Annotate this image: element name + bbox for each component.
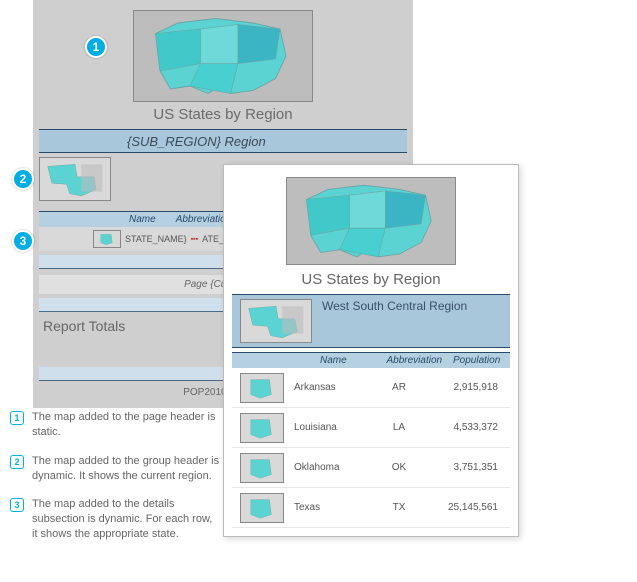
row-state-map — [240, 493, 284, 523]
legend-text-1: The map added to the page header is stat… — [32, 410, 220, 440]
table-row: Oklahoma OK 3,751,351 — [232, 448, 510, 488]
render-region-label: West South Central Region — [322, 299, 467, 313]
table-row: Arkansas AR 2,915,918 — [232, 368, 510, 408]
report-render-pane: US States by Region West South Central R… — [223, 164, 519, 537]
callout-badge-1: 1 — [85, 36, 107, 58]
cell-name: Oklahoma — [294, 462, 364, 473]
cell-abbr: LA — [364, 422, 434, 433]
cell-abbr: OK — [364, 462, 434, 473]
render-region-map — [240, 299, 312, 343]
row-state-map — [240, 453, 284, 483]
group-header-dynamic-map — [39, 157, 111, 201]
render-region-header: West South Central Region — [232, 294, 510, 348]
group-header-bar: {SUB_REGION} Region — [39, 129, 407, 153]
legend-item-1: 1 The map added to the page header is st… — [10, 410, 220, 440]
cell-name: Texas — [294, 502, 364, 513]
colhead-pop: Population — [453, 355, 510, 366]
cell-pop: 3,751,351 — [434, 462, 504, 473]
row-state-map — [240, 413, 284, 443]
report-title: US States by Region — [39, 106, 407, 123]
legend-text-2: The map added to the group header is dyn… — [32, 454, 220, 484]
render-column-headers: Name Abbreviation Population — [232, 352, 510, 368]
legend-item-3: 3 The map added to the details subsectio… — [10, 497, 220, 542]
cell-name: Arkansas — [294, 382, 364, 393]
col-name: Name — [129, 214, 156, 225]
cell-pop: 4,533,372 — [434, 422, 504, 433]
legend: 1 The map added to the page header is st… — [10, 410, 220, 556]
legend-badge-2: 2 — [10, 455, 24, 469]
cell-abbr: AR — [364, 382, 434, 393]
page-header-static-map — [133, 10, 313, 102]
callout-badge-3: 3 — [12, 230, 34, 252]
render-title: US States by Region — [232, 271, 510, 288]
caret-icon: ▪▪▪ — [191, 236, 198, 243]
callout-badge-2: 2 — [12, 168, 34, 190]
cell-pop: 25,145,561 — [434, 502, 504, 513]
field-state-name: STATE_NAME} — [125, 234, 187, 244]
legend-text-3: The map added to the details subsection … — [32, 497, 220, 542]
details-dynamic-map — [93, 230, 121, 248]
legend-badge-3: 3 — [10, 498, 24, 512]
table-row: Louisiana LA 4,533,372 — [232, 408, 510, 448]
cell-pop: 2,915,918 — [434, 382, 504, 393]
render-page-header-map — [286, 177, 456, 265]
colhead-name: Name — [320, 355, 387, 366]
table-row: Texas TX 25,145,561 — [232, 488, 510, 528]
legend-item-2: 2 The map added to the group header is d… — [10, 454, 220, 484]
cell-name: Louisiana — [294, 422, 364, 433]
row-state-map — [240, 373, 284, 403]
colhead-abbr: Abbreviation — [387, 355, 454, 366]
sub-region-template: {SUB_REGION} Region — [127, 134, 266, 149]
legend-badge-1: 1 — [10, 411, 24, 425]
render-rows: Arkansas AR 2,915,918 Louisiana LA 4,533… — [232, 368, 510, 528]
cell-abbr: TX — [364, 502, 434, 513]
